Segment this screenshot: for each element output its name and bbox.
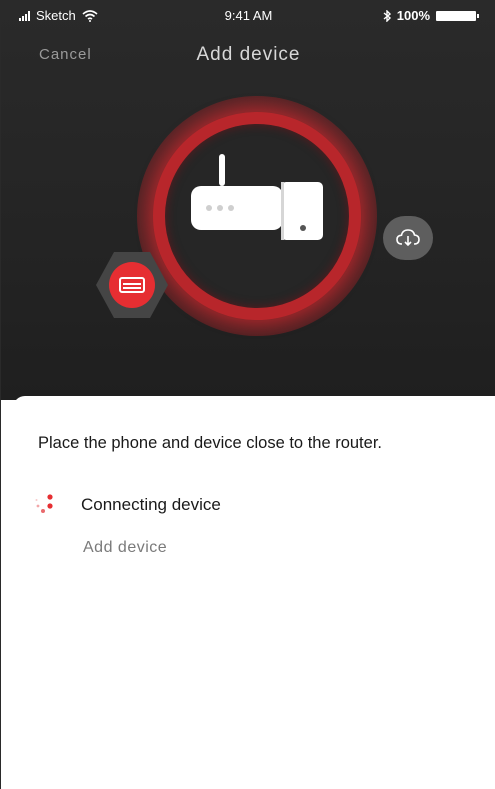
step-add-device: Add device [83,539,168,556]
cloud-download-icon [396,229,420,247]
status-bar: Sketch 9:41 AM 100% [1,0,495,30]
device-badge [109,262,155,308]
status-right: 100% [383,8,479,23]
page-title: Add device [196,44,301,65]
cloud-download-button[interactable] [383,216,433,260]
step-connecting: Connecting device [35,494,221,516]
battery-icon [436,10,479,21]
instruction-text: Place the phone and device close to the … [38,434,382,452]
air-conditioner-icon [119,277,145,293]
step-label: Connecting device [81,495,221,514]
app-screen: Sketch 9:41 AM 100% Cancel Add device Pl… [0,0,495,789]
bluetooth-icon [383,9,391,22]
router-icon [191,154,323,240]
loading-dots-icon [35,494,53,513]
battery-percent: 100% [396,8,430,23]
device-connection-visual: Sketch 9:41 AM 100% Cancel Add device [1,0,495,400]
bottom-sheet: Place the phone and device close to the … [13,396,495,789]
